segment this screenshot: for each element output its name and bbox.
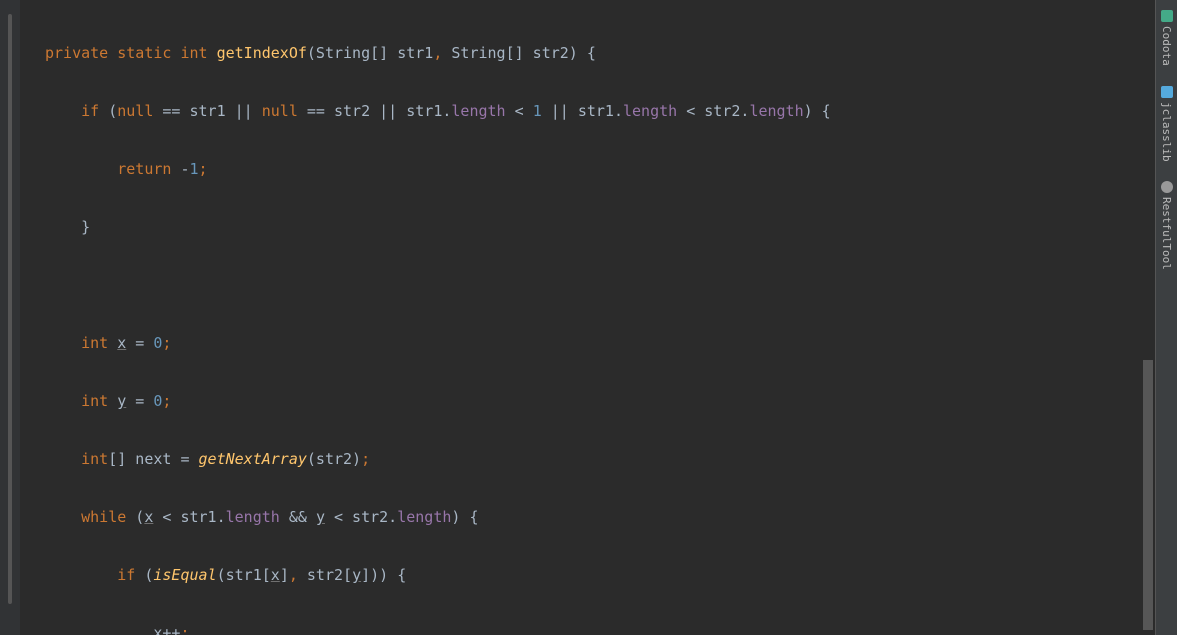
- code-line[interactable]: }: [45, 213, 1155, 242]
- scroll-thumb[interactable]: [1143, 360, 1153, 630]
- tool-jclasslib[interactable]: jclasslib: [1158, 80, 1175, 168]
- code-line[interactable]: int x = 0;: [45, 329, 1155, 358]
- code-line[interactable]: int[] next = getNextArray(str2);: [45, 445, 1155, 474]
- tool-label: Codota: [1160, 26, 1173, 66]
- code-line[interactable]: private static int getIndexOf(String[] s…: [45, 39, 1155, 68]
- code-line[interactable]: if (null == str1 || null == str2 || str1…: [45, 97, 1155, 126]
- code-content[interactable]: private static int getIndexOf(String[] s…: [0, 10, 1155, 635]
- code-line[interactable]: x++;: [45, 619, 1155, 635]
- fold-indicator[interactable]: [8, 14, 12, 604]
- tool-label: RestfulTool: [1160, 197, 1173, 270]
- tool-restful[interactable]: RestfulTool: [1158, 175, 1175, 276]
- editor-gutter: [0, 0, 20, 635]
- code-line[interactable]: [45, 271, 1155, 300]
- vertical-scrollbar[interactable]: [1141, 0, 1153, 635]
- code-line[interactable]: int y = 0;: [45, 387, 1155, 416]
- codota-icon: [1161, 10, 1173, 22]
- restful-icon: [1161, 181, 1173, 193]
- jclasslib-icon: [1161, 86, 1173, 98]
- code-line[interactable]: if (isEqual(str1[x], str2[y])) {: [45, 561, 1155, 590]
- tool-label: jclasslib: [1160, 102, 1173, 162]
- tool-codota[interactable]: Codota: [1158, 4, 1175, 72]
- code-line[interactable]: return -1;: [45, 155, 1155, 184]
- code-line[interactable]: while (x < str1.length && y < str2.lengt…: [45, 503, 1155, 532]
- right-tool-sidebar: Codota jclasslib RestfulTool: [1155, 0, 1177, 635]
- code-editor[interactable]: private static int getIndexOf(String[] s…: [0, 0, 1155, 635]
